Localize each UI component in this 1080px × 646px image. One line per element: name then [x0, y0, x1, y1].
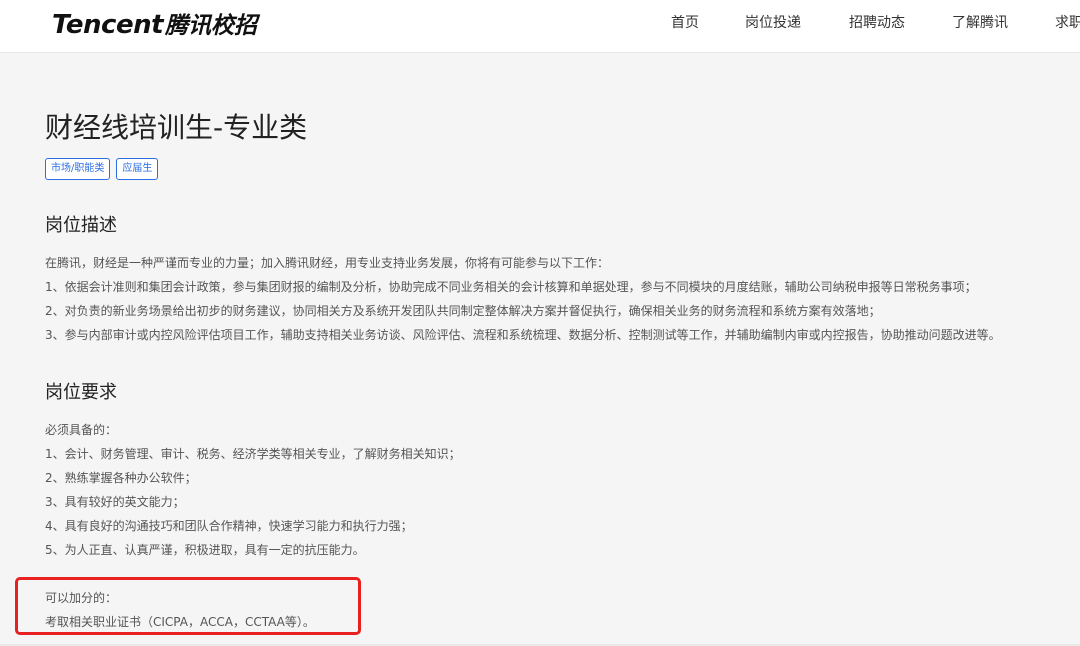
- requirements-heading: 岗位要求: [45, 382, 117, 403]
- description-heading: 岗位描述: [45, 215, 117, 236]
- description-item-2: 2、对负责的新业务场景给出初步的财务建议，协同相关方及系统开发团队共同制定整体解…: [45, 304, 881, 318]
- description-item-3: 3、参与内部审计或内控风险评估项目工作，辅助支持相关业务访谈、风险评估、流程和系…: [45, 328, 1001, 342]
- nav-item-recruit-news[interactable]: 招聘动态: [849, 12, 905, 32]
- job-tags: 市场/职能类 应届生: [45, 158, 159, 180]
- required-item-5: 5、为人正直、认真严谨，积极进取，具有一定的抗压能力。: [45, 543, 365, 557]
- tag-category: 市场/职能类: [45, 158, 111, 180]
- required-item-2: 2、熟练掌握各种办公软件；: [45, 471, 197, 485]
- job-title: 财经线培训生-专业类: [45, 111, 308, 144]
- nav-item-about-tencent[interactable]: 了解腾讯: [952, 12, 1008, 32]
- description-intro: 在腾讯，财经是一种严谨而专业的力量；加入腾讯财经，用专业支持业务发展，你将有可能…: [45, 256, 610, 270]
- top-nav-bar: Tencent 腾讯校招 首页 岗位投递 招聘动态 了解腾讯 求职: [0, 0, 1080, 53]
- description-item-1: 1、依据会计准则和集团会计政策，参与集团财报的编制及分析，协助完成不同业务相关的…: [45, 280, 977, 294]
- main-nav: 首页 岗位投递 招聘动态 了解腾讯 求职: [0, 12, 1080, 32]
- tag-candidate-type: 应届生: [116, 158, 159, 180]
- nav-item-home[interactable]: 首页: [671, 12, 699, 32]
- required-item-3: 3、具有较好的英文能力；: [45, 495, 185, 509]
- highlight-annotation-box: [15, 577, 361, 635]
- required-item-4: 4、具有良好的沟通技巧和团队合作精神，快速学习能力和执行力强；: [45, 519, 413, 533]
- nav-item-job-apply[interactable]: 岗位投递: [745, 12, 801, 32]
- required-label: 必须具备的：: [45, 423, 118, 437]
- nav-item-job-hunting[interactable]: 求职: [1055, 12, 1080, 32]
- required-item-1: 1、会计、财务管理、审计、税务、经济学类等相关专业，了解财务相关知识；: [45, 447, 461, 461]
